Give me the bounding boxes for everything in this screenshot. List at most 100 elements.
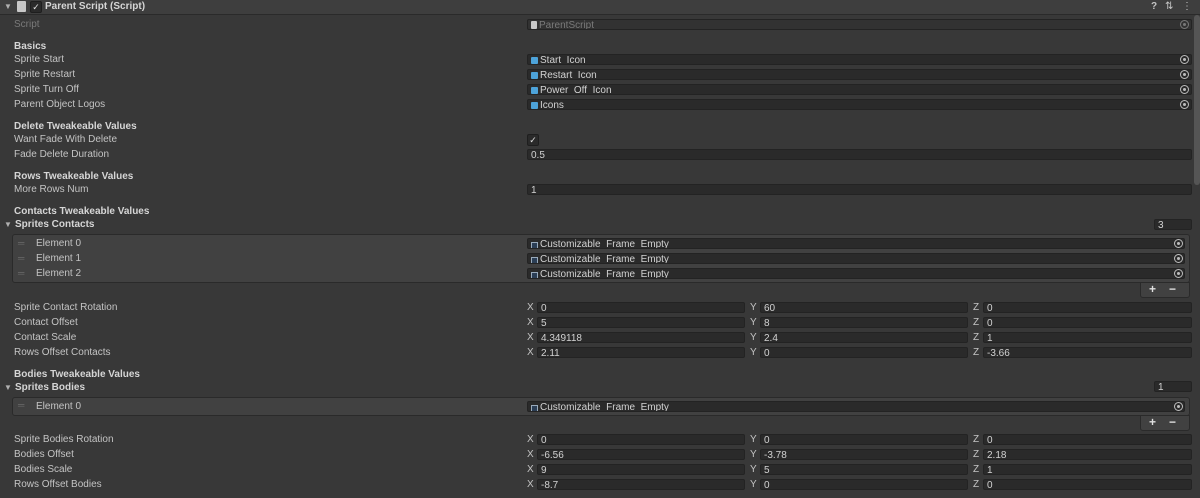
bodies-scale-z[interactable]: 1 bbox=[983, 464, 1192, 475]
contact-scale-z[interactable]: 1 bbox=[983, 332, 1192, 343]
vertical-scrollbar[interactable] bbox=[1194, 15, 1200, 185]
rows-offset-bodies-z[interactable]: 0 bbox=[983, 479, 1192, 490]
want-fade-checkbox[interactable]: ✓ bbox=[527, 134, 539, 146]
axis-y-label: Y bbox=[750, 347, 757, 358]
drag-handle-icon[interactable]: ═ bbox=[18, 238, 24, 249]
parent-object-logos-label: Parent Object Logos bbox=[14, 99, 106, 110]
axis-y-label: Y bbox=[750, 479, 757, 490]
sprite-contact-rotation-label: Sprite Contact Rotation bbox=[14, 302, 118, 313]
object-picker-icon[interactable] bbox=[1174, 239, 1183, 248]
sprite-turn-off-label: Sprite Turn Off bbox=[14, 84, 79, 95]
script-file-icon bbox=[531, 21, 537, 29]
contact-offset-x[interactable]: 5 bbox=[537, 317, 745, 328]
drag-handle-icon[interactable]: ═ bbox=[18, 400, 24, 411]
rows-offset-bodies-label: Rows Offset Bodies bbox=[14, 479, 102, 490]
contacts-element-0-field[interactable]: Customizable_Frame_Empty bbox=[527, 238, 1185, 249]
sprite-bodies-rotation-x[interactable]: 0 bbox=[537, 434, 745, 445]
axis-x-label: X bbox=[527, 449, 534, 460]
rows-offset-contacts-z[interactable]: -3.66 bbox=[983, 347, 1192, 358]
axis-x-label: X bbox=[527, 302, 534, 313]
axis-z-label: Z bbox=[973, 347, 980, 358]
contacts-element-1-value: Customizable_Frame_Empty bbox=[540, 254, 669, 264]
remove-element-button[interactable]: − bbox=[1169, 416, 1176, 428]
contact-offset-label: Contact Offset bbox=[14, 317, 78, 328]
sprite-start-value: Start_Icon bbox=[540, 55, 586, 65]
sprite-start-field[interactable]: Start_Icon bbox=[527, 54, 1192, 65]
axis-x-label: X bbox=[527, 317, 534, 328]
more-rows-field[interactable]: 1 bbox=[527, 184, 1192, 195]
sprites-contacts-label[interactable]: Sprites Contacts bbox=[15, 219, 94, 231]
object-picker-icon[interactable] bbox=[1174, 402, 1183, 411]
axis-y-label: Y bbox=[750, 302, 757, 313]
rows-offset-contacts-x[interactable]: 2.11 bbox=[537, 347, 745, 358]
bodies-offset-z[interactable]: 2.18 bbox=[983, 449, 1192, 460]
prefab-icon bbox=[531, 87, 538, 94]
add-element-button[interactable]: + bbox=[1149, 416, 1156, 428]
axis-z-label: Z bbox=[973, 332, 980, 343]
parent-object-logos-field[interactable]: Icons bbox=[527, 99, 1192, 110]
rows-offset-contacts-label: Rows Offset Contacts bbox=[14, 347, 111, 358]
prefab-icon bbox=[531, 57, 538, 64]
bodies-offset-x[interactable]: -6.56 bbox=[537, 449, 745, 460]
contacts-element-0-value: Customizable_Frame_Empty bbox=[540, 239, 669, 249]
contact-offset-y[interactable]: 8 bbox=[760, 317, 968, 328]
fade-duration-field[interactable]: 0.5 bbox=[527, 149, 1192, 160]
drag-handle-icon[interactable]: ═ bbox=[18, 268, 24, 279]
object-picker-icon[interactable] bbox=[1174, 269, 1183, 278]
script-label: Script bbox=[14, 19, 40, 30]
foldout-arrow-icon[interactable]: ▼ bbox=[4, 1, 12, 13]
contact-scale-x[interactable]: 4.349118 bbox=[537, 332, 745, 343]
sprite-contact-rotation-y[interactable]: 60 bbox=[760, 302, 968, 313]
component-enabled-checkbox[interactable]: ✓ bbox=[30, 1, 42, 13]
object-picker-icon[interactable] bbox=[1174, 254, 1183, 263]
bodies-element-0-field[interactable]: Customizable_Frame_Empty bbox=[527, 401, 1185, 412]
sprite-contact-rotation-x[interactable]: 0 bbox=[537, 302, 745, 313]
delete-header: Delete Tweakeable Values bbox=[14, 121, 137, 132]
add-element-button[interactable]: + bbox=[1149, 283, 1156, 295]
bodies-offset-label: Bodies Offset bbox=[14, 449, 74, 460]
sprite-turn-off-field[interactable]: Power_Off_Icon bbox=[527, 84, 1192, 95]
contacts-element-2-label: Element 2 bbox=[36, 268, 82, 279]
rows-offset-bodies-y[interactable]: 0 bbox=[760, 479, 968, 490]
object-picker-icon[interactable] bbox=[1180, 85, 1189, 94]
axis-x-label: X bbox=[527, 479, 534, 490]
help-icon[interactable]: ? bbox=[1151, 1, 1157, 13]
sprite-restart-value: Restart_Icon bbox=[540, 70, 597, 80]
context-menu-icon[interactable]: ⋮ bbox=[1182, 1, 1192, 13]
rows-offset-contacts-y[interactable]: 0 bbox=[760, 347, 968, 358]
contacts-element-1-field[interactable]: Customizable_Frame_Empty bbox=[527, 253, 1185, 264]
contact-scale-label: Contact Scale bbox=[14, 332, 77, 343]
component-title: Parent Script (Script) bbox=[45, 1, 146, 12]
foldout-arrow-icon[interactable]: ▼ bbox=[4, 382, 12, 394]
object-picker-icon[interactable] bbox=[1180, 100, 1189, 109]
sprites-contacts-size[interactable]: 3 bbox=[1154, 219, 1192, 230]
basics-header: Basics bbox=[14, 41, 47, 52]
sprite-bodies-rotation-y[interactable]: 0 bbox=[760, 434, 968, 445]
contact-offset-z[interactable]: 0 bbox=[983, 317, 1192, 328]
bodies-scale-label: Bodies Scale bbox=[14, 464, 73, 475]
rows-offset-bodies-x[interactable]: -8.7 bbox=[537, 479, 745, 490]
bodies-element-0-label: Element 0 bbox=[36, 401, 82, 412]
foldout-arrow-icon[interactable]: ▼ bbox=[4, 219, 12, 231]
contacts-element-2-value: Customizable_Frame_Empty bbox=[540, 269, 669, 279]
object-picker-icon[interactable] bbox=[1180, 70, 1189, 79]
object-picker-icon[interactable] bbox=[1180, 55, 1189, 64]
bodies-offset-y[interactable]: -3.78 bbox=[760, 449, 968, 460]
remove-element-button[interactable]: − bbox=[1169, 283, 1176, 295]
drag-handle-icon[interactable]: ═ bbox=[18, 253, 24, 264]
sprite-contact-rotation-z[interactable]: 0 bbox=[983, 302, 1192, 313]
contacts-element-2-field[interactable]: Customizable_Frame_Empty bbox=[527, 268, 1185, 279]
sprites-bodies-label[interactable]: Sprites Bodies bbox=[15, 382, 85, 394]
presets-icon[interactable]: ⇅ bbox=[1165, 1, 1173, 13]
contact-scale-y[interactable]: 2.4 bbox=[760, 332, 968, 343]
bodies-scale-x[interactable]: 9 bbox=[537, 464, 745, 475]
rows-header: Rows Tweakeable Values bbox=[14, 171, 134, 182]
sprite-bodies-rotation-z[interactable]: 0 bbox=[983, 434, 1192, 445]
sprite-icon bbox=[531, 257, 538, 263]
prefab-icon bbox=[531, 102, 538, 109]
sprite-start-label: Sprite Start bbox=[14, 54, 65, 65]
more-rows-label: More Rows Num bbox=[14, 184, 89, 195]
bodies-scale-y[interactable]: 5 bbox=[760, 464, 968, 475]
sprites-bodies-size[interactable]: 1 bbox=[1154, 381, 1192, 392]
sprite-restart-field[interactable]: Restart_Icon bbox=[527, 69, 1192, 80]
